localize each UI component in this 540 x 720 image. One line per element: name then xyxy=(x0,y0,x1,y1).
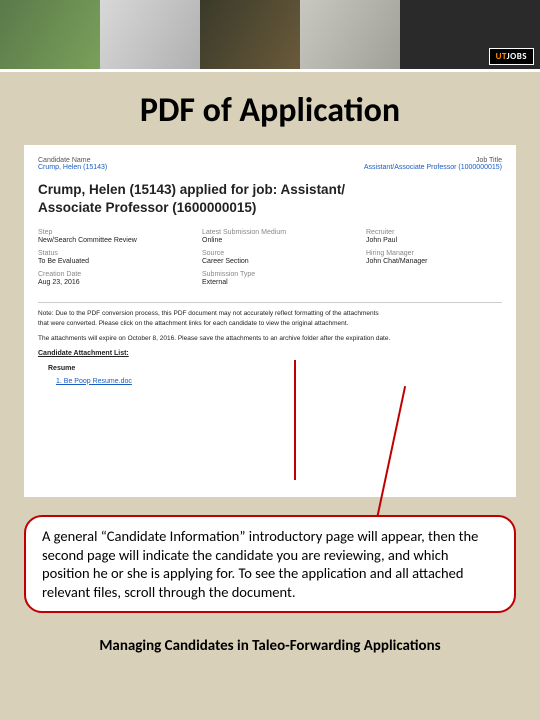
meta-value: John Paul xyxy=(366,237,502,244)
meta-value: External xyxy=(202,279,338,286)
note-line: that were converted. Please click on the… xyxy=(38,319,502,329)
divider xyxy=(38,302,502,303)
meta-label: Recruiter xyxy=(366,229,502,236)
job-title-link[interactable]: Assistant/Associate Professor (100000001… xyxy=(364,164,502,171)
meta-label: Latest Submission Medium xyxy=(202,229,338,236)
attachment-list-heading: Candidate Attachment List: xyxy=(38,350,502,357)
banner-photo xyxy=(100,0,200,69)
meta-value: New/Search Committee Review xyxy=(38,237,174,244)
candidate-name-link[interactable]: Crump, Helen (15143) xyxy=(38,164,107,171)
meta-value: To Be Evaluated xyxy=(38,258,174,265)
banner-photo xyxy=(0,0,100,69)
logo-suffix: JOBS xyxy=(507,51,527,62)
callout-connector xyxy=(294,360,296,480)
banner-photo xyxy=(200,0,300,69)
pdf-preview-panel: Candidate Name Crump, Helen (15143) Job … xyxy=(24,145,516,497)
meta-value: Career Section xyxy=(202,258,338,265)
job-title-label: Job Title xyxy=(364,157,502,164)
slide-footer: Managing Candidates in Taleo-Forwarding … xyxy=(0,637,540,655)
pdf-header-row: Candidate Name Crump, Helen (15143) Job … xyxy=(38,157,502,171)
meta-label: Submission Type xyxy=(202,271,338,278)
logo-prefix: UT xyxy=(496,51,507,62)
pdf-expiry-note: The attachments will expire on October 8… xyxy=(38,335,502,342)
pdf-meta-grid: Step New/Search Committee Review Status … xyxy=(38,229,502,292)
candidate-name-label: Candidate Name xyxy=(38,157,107,164)
meta-label: Creation Date xyxy=(38,271,174,278)
applied-heading: Crump, Helen (15143) applied for job: As… xyxy=(38,181,502,217)
banner-photo: UTJOBS xyxy=(400,0,540,69)
meta-label: Status xyxy=(38,250,174,257)
callout-connector xyxy=(374,386,406,528)
meta-label: Step xyxy=(38,229,174,236)
meta-value: John Chat/Manager xyxy=(366,258,502,265)
meta-value: Aug 23, 2016 xyxy=(38,279,174,286)
header-banner: UTJOBS xyxy=(0,0,540,72)
note-line: Note: Due to the PDF conversion process,… xyxy=(38,309,502,319)
ut-jobs-logo: UTJOBS xyxy=(489,48,534,65)
instruction-callout: A general “Candidate Information” introd… xyxy=(24,515,516,613)
meta-label: Source xyxy=(202,250,338,257)
applied-line: Associate Professor (1600000015) xyxy=(38,199,502,217)
banner-photo xyxy=(300,0,400,69)
attachment-category: Resume xyxy=(48,365,502,372)
pdf-note: Note: Due to the PDF conversion process,… xyxy=(38,309,502,329)
meta-label: Hiring Manager xyxy=(366,250,502,257)
applied-line: Crump, Helen (15143) applied for job: As… xyxy=(38,181,502,199)
meta-value: Online xyxy=(202,237,338,244)
attachment-file-link[interactable]: 1. Be Poop Resume.doc xyxy=(56,378,502,385)
page-title: PDF of Application xyxy=(0,90,540,131)
